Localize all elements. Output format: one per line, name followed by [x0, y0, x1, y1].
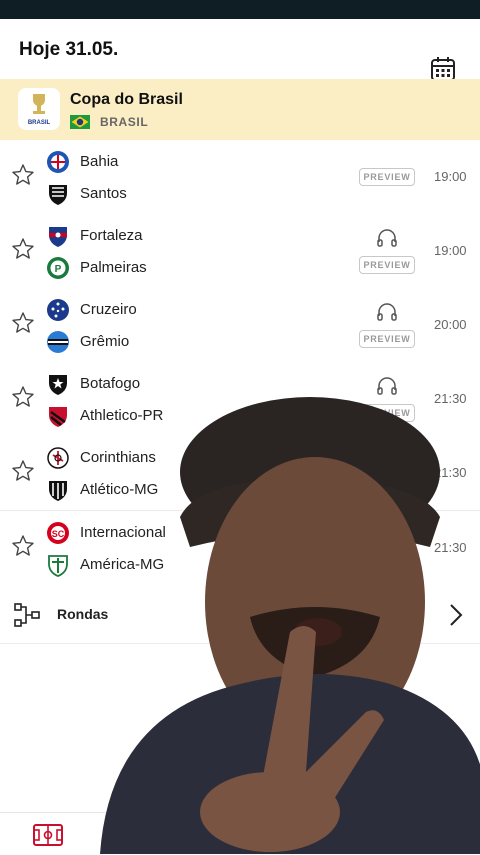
palmeiras-crest-icon: P — [47, 257, 69, 279]
svg-text:P: P — [55, 264, 62, 275]
league-name: Copa do Brasil — [70, 91, 183, 108]
match-time: 19:00 — [434, 243, 467, 258]
brazil-flag-icon — [70, 115, 90, 129]
app-header: Hoje 31.05. — [0, 19, 480, 81]
league-country: BRASIL — [100, 115, 149, 129]
team-name: Fortaleza — [80, 227, 143, 244]
santos-crest-icon — [49, 185, 67, 205]
favorite-star-icon[interactable] — [11, 237, 35, 261]
match-time: 19:00 — [434, 169, 467, 184]
favorite-star-icon[interactable] — [11, 534, 35, 558]
team-name: Bahia — [80, 153, 119, 170]
headphones-icon[interactable] — [376, 302, 398, 322]
team-name: Palmeiras — [80, 259, 147, 276]
bracket-icon — [14, 603, 40, 627]
team-name: Grêmio — [80, 333, 130, 350]
gremio-crest-icon — [47, 331, 69, 353]
match-row[interactable]: Fortaleza P Palmeiras PREVIEW 19:00 — [0, 214, 480, 289]
fortaleza-crest-icon — [49, 227, 67, 247]
match-time: 20:00 — [434, 317, 467, 332]
league-logo: BRASIL — [18, 88, 60, 130]
match-row[interactable]: Cruzeiro Grêmio PREVIEW 20:00 — [0, 288, 480, 363]
preview-badge[interactable]: PREVIEW — [359, 330, 415, 348]
favorite-star-icon[interactable] — [11, 163, 35, 187]
team-name: Santos — [80, 185, 127, 202]
page-title: Hoje 31.05. — [19, 39, 119, 60]
status-bar — [0, 0, 480, 19]
team-name: Cruzeiro — [80, 301, 137, 318]
camera-overlay-image — [100, 397, 480, 854]
favorite-star-icon[interactable] — [11, 459, 35, 483]
league-header[interactable]: BRASIL Copa do Brasil BRASIL — [0, 79, 480, 140]
football-pitch-icon[interactable] — [33, 824, 63, 846]
preview-badge[interactable]: PREVIEW — [359, 256, 415, 274]
cruzeiro-crest-icon — [47, 299, 69, 321]
match-row[interactable]: Bahia Santos PREVIEW 19:00 — [0, 140, 480, 215]
headphones-icon[interactable] — [376, 228, 398, 248]
svg-text:BRASIL: BRASIL — [28, 120, 51, 126]
bahia-crest-icon — [47, 151, 69, 173]
favorite-star-icon[interactable] — [11, 385, 35, 409]
preview-badge[interactable]: PREVIEW — [359, 168, 415, 186]
favorite-star-icon[interactable] — [11, 311, 35, 335]
